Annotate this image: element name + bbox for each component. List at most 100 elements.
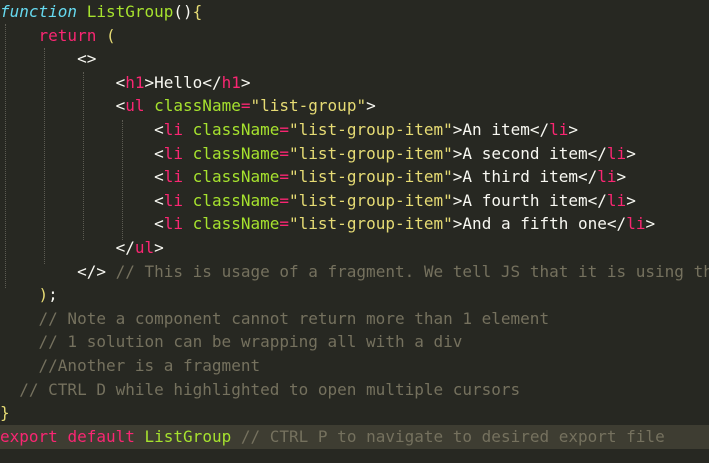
comment-token: //Another is a fragment xyxy=(0,356,261,375)
string-token: "list-group-item" xyxy=(289,214,453,234)
tag-token: h1 xyxy=(221,72,241,92)
code-editor[interactable]: function ListGroup(){ return ( <> <h1>He… xyxy=(0,0,709,463)
text-token: An item xyxy=(462,120,530,139)
code-line[interactable]: <h1>Hello</h1> xyxy=(0,71,251,95)
punctuation-token: < xyxy=(154,167,164,187)
keyword-token: return xyxy=(38,25,97,45)
comment-token: // Note a component cannot return more t… xyxy=(0,308,550,328)
bracket-token: } xyxy=(0,403,10,423)
code-line[interactable]: // Note a component cannot return more t… xyxy=(0,307,550,331)
text-token: And a fifth one xyxy=(462,214,607,234)
punctuation-token: > xyxy=(452,167,463,187)
bracket-token: ) xyxy=(38,285,49,305)
text-token: A fourth item xyxy=(462,190,588,210)
punctuation-token: > xyxy=(452,190,463,210)
comment-token: // 1 solution can be wrapping all with a… xyxy=(0,332,463,352)
punctuation-token: > xyxy=(144,72,155,92)
punctuation-token xyxy=(0,49,77,68)
punctuation-token: > xyxy=(452,143,463,163)
code-line[interactable]: <li className="list-group-item">A fourth… xyxy=(0,189,636,213)
attribute-token: className xyxy=(192,167,280,187)
punctuation-token: > xyxy=(240,72,251,92)
punctuation-token xyxy=(0,26,39,45)
code-line[interactable]: export default ListGroup // CTRL P to na… xyxy=(0,424,709,449)
tag-token: li xyxy=(163,190,184,210)
punctuation-token xyxy=(0,214,154,233)
code-line[interactable]: // 1 solution can be wrapping all with a… xyxy=(0,330,463,354)
punctuation-token xyxy=(58,427,68,446)
tag-token: li xyxy=(597,167,617,187)
attribute-token: className xyxy=(192,143,280,163)
punctuation-token xyxy=(96,26,106,45)
bracket-token: { xyxy=(192,2,203,21)
code-line[interactable]: <li className="list-group-item">An item<… xyxy=(0,118,578,142)
punctuation-token: </ xyxy=(587,190,607,210)
punctuation-token: < xyxy=(115,96,126,116)
code-line[interactable]: </ul> xyxy=(0,236,164,260)
punctuation-token xyxy=(77,2,87,21)
code-line[interactable]: ); xyxy=(0,283,58,307)
punctuation-token: </ xyxy=(606,214,627,234)
operator-token: = xyxy=(279,214,290,234)
punctuation-token: ; xyxy=(48,285,58,305)
operator-token: = xyxy=(279,143,290,163)
string-token: "list-group-item" xyxy=(289,190,453,210)
code-line[interactable]: </> // This is usage of a fragment. We t… xyxy=(0,260,709,284)
punctuation-token: > xyxy=(626,190,636,210)
punctuation-token: > xyxy=(154,238,164,257)
punctuation-token: < xyxy=(115,72,126,92)
punctuation-token xyxy=(145,96,155,115)
code-line[interactable]: <li className="list-group-item">A second… xyxy=(0,142,636,166)
operator-token: = xyxy=(279,167,290,187)
punctuation-token: </> xyxy=(77,261,106,281)
punctuation-token: > xyxy=(452,214,463,234)
punctuation-token xyxy=(183,167,193,186)
punctuation-token xyxy=(183,214,193,233)
punctuation-token: > xyxy=(626,143,636,163)
code-line[interactable]: //Another is a fragment xyxy=(0,354,261,378)
tag-token: ul xyxy=(125,96,145,116)
tag-token: li xyxy=(163,167,184,187)
punctuation-token: > xyxy=(616,167,627,187)
punctuation-token: () xyxy=(173,2,193,21)
code-line[interactable]: // CTRL D while highlighted to open mult… xyxy=(0,378,520,402)
punctuation-token: </ xyxy=(115,238,135,257)
string-token: "list-group-item" xyxy=(289,167,453,187)
code-line[interactable]: <ul className="list-group"> xyxy=(0,94,376,118)
punctuation-token: </ xyxy=(587,143,607,163)
comment-token: // This is usage of a fragment. We tell … xyxy=(105,261,709,281)
string-token: "list-group-item" xyxy=(289,120,453,139)
punctuation-token: > xyxy=(366,96,376,116)
punctuation-token: </ xyxy=(529,120,550,139)
code-line[interactable]: <li className="list-group-item">And a fi… xyxy=(0,212,655,236)
punctuation-token: <> xyxy=(77,49,97,69)
tag-token: li xyxy=(626,214,646,234)
tag-token: li xyxy=(606,190,627,210)
punctuation-token: > xyxy=(568,120,579,139)
punctuation-token xyxy=(0,144,154,163)
operator-token: = xyxy=(279,120,290,139)
code-line[interactable]: return ( xyxy=(0,24,116,48)
punctuation-token xyxy=(0,96,116,115)
code-line[interactable]: function ListGroup(){ xyxy=(0,0,202,24)
tag-token: li xyxy=(549,120,569,139)
punctuation-token xyxy=(0,262,77,281)
comment-token: // CTRL P to navigate to desired export … xyxy=(231,426,665,446)
code-line[interactable]: <li className="list-group-item">A third … xyxy=(0,165,626,189)
tag-token: li xyxy=(163,214,184,234)
punctuation-token xyxy=(0,167,154,186)
punctuation-token xyxy=(0,285,39,304)
punctuation-token: > xyxy=(452,120,463,139)
function-name-token: ListGroup xyxy=(86,2,174,21)
punctuation-token: < xyxy=(154,120,164,139)
punctuation-token: </ xyxy=(578,167,598,187)
punctuation-token: < xyxy=(154,143,164,163)
punctuation-token xyxy=(135,427,145,446)
punctuation-token: > xyxy=(645,214,656,234)
punctuation-token xyxy=(0,191,154,210)
tag-token: ul xyxy=(134,238,155,257)
punctuation-token xyxy=(0,73,116,92)
code-line[interactable]: <> xyxy=(0,47,96,71)
string-token: "list-group" xyxy=(250,96,367,116)
code-line[interactable]: } xyxy=(0,401,10,425)
